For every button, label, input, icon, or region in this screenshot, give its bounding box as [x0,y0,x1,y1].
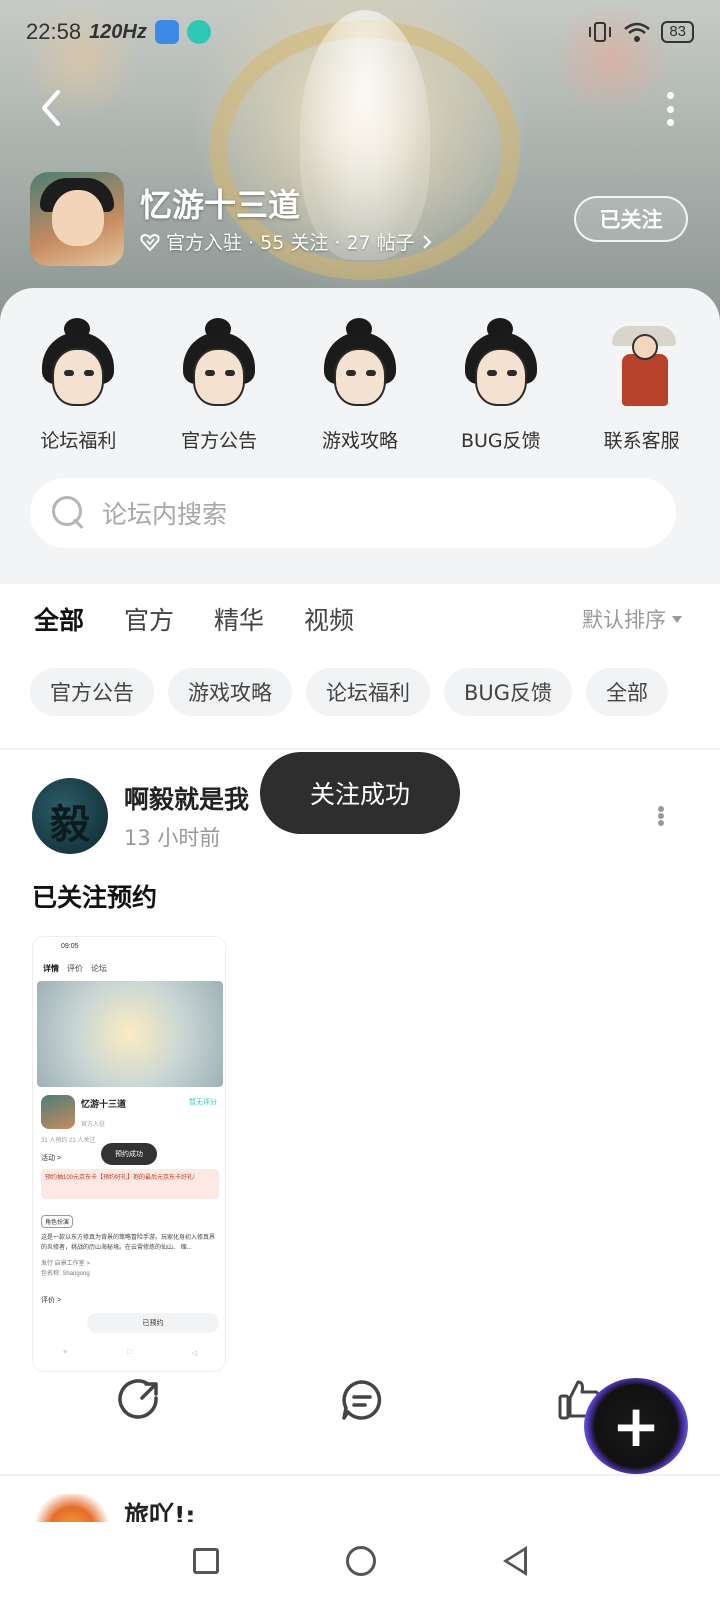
app-notification-icon [186,20,211,44]
recent-apps-icon[interactable] [193,1548,220,1574]
category-chips: 官方公告 游戏攻略 论坛福利 BUG反馈 全部 [30,668,669,716]
shot-app-icon [41,1095,75,1129]
shortcut-label: 游戏攻略 [321,430,398,452]
shot-pkg: 包名称: Shangong [41,1271,90,1277]
shot-banner [37,981,223,1087]
app-meta-text: 官方入驻 · 55 关注 · 27 帖子 [166,232,415,254]
search-icon [52,496,86,530]
forum-search-bar[interactable]: 论坛内搜索 [30,478,676,548]
notification-icon [154,20,179,44]
chip-game-guide[interactable]: 游戏攻略 [168,668,292,716]
chip-forum-welfare[interactable]: 论坛福利 [306,668,430,716]
shot-tab: 论坛 [91,964,107,973]
plus-icon: + [611,1392,661,1460]
shortcut-label: BUG反馈 [460,430,541,452]
vibrate-icon [589,22,612,42]
home-icon[interactable] [345,1546,376,1576]
battery-indicator: 83 [661,21,694,43]
next-post-author: 旅吖!; [124,1501,196,1524]
shot-nav: ≡ □ ◁ [63,1349,197,1357]
tab-all[interactable]: 全部 [34,601,84,643]
warrior-avatar-icon [592,318,692,414]
shot-tag: 角色扮演 [41,1215,74,1228]
create-post-button[interactable]: + [584,1378,688,1474]
post-title[interactable]: 已关注预约 [32,878,157,914]
shot-review: 评价 > [41,1297,62,1304]
back-icon[interactable] [34,88,70,128]
shot-dev: 发行 启景工作室 > [41,1261,90,1267]
shortcut-game-guide[interactable]: 游戏攻略 [295,318,425,453]
shortcut-bug-feedback[interactable]: BUG反馈 [436,318,566,453]
verified-heart-icon [140,233,160,251]
shot-tab: 详情 [43,964,59,973]
tab-official[interactable]: 官方 [124,601,174,637]
post-image[interactable]: 09:05 详情 评价 论坛 忆游十三道 暂无评分 官方入驻 31 人预约 21… [32,936,226,1372]
shot-tabs: 详情 评价 论坛 [43,963,107,974]
forum-sheet: 论坛福利 官方公告 游戏攻略 BUG反馈 联系客服 论坛内搜索 [0,288,720,584]
next-post-preview[interactable]: 旅吖!; [30,1494,690,1524]
shortcut-customer-service[interactable]: 联系客服 [577,318,707,453]
sort-dropdown[interactable]: 默认排序 [582,604,682,634]
share-icon[interactable] [118,1378,162,1422]
post-more-icon[interactable] [658,806,666,826]
app-name: 忆游十三道 [140,186,301,224]
character-avatar-icon [451,318,551,414]
shortcut-label: 论坛福利 [40,430,117,452]
shortcut-label: 联系客服 [603,430,680,452]
shot-toast: 预约成功 [101,1143,157,1165]
shot-sub: 官方入驻 [81,1122,106,1128]
sort-label: 默认排序 [582,608,666,632]
refresh-rate-indicator: 120Hz [89,20,147,43]
section-divider [0,748,720,750]
shortcut-forum-welfare[interactable]: 论坛福利 [13,318,143,453]
shot-app-name: 忆游十三道 [81,1099,127,1109]
character-avatar-icon [28,318,128,414]
post-divider [0,1474,720,1476]
shortcut-label: 官方公告 [181,430,258,452]
tab-video[interactable]: 视频 [304,601,354,637]
shot-stats: 31 人预约 21 人关注 [41,1138,96,1144]
more-options-icon[interactable] [664,92,676,126]
system-back-icon[interactable] [502,1546,527,1576]
shot-desc: 这是一款以东方修真为背景的策略冒险手游。玩家化身初入修真界的炎修者，挑战的历山海… [41,1235,216,1251]
toast-message: 关注成功 [260,752,460,834]
follow-button[interactable]: 已关注 [574,196,688,242]
post-author-name[interactable]: 啊毅就是我 [124,780,249,816]
character-avatar-icon [310,318,410,414]
app-icon [30,172,124,266]
search-placeholder: 论坛内搜索 [102,500,228,529]
shot-meta: 发行 启景工作室 > 包名称: Shangong [41,1259,90,1279]
shot-promo: 预约抽100元京东卡【预约好礼】抱的最后元京东卡好礼! [41,1169,219,1199]
post-timestamp: 13 小时前 [124,826,221,850]
status-time: 22:58 [26,19,82,44]
shot-reserved-button: 已预约 [87,1313,219,1333]
system-navigation-bar [0,1522,720,1600]
chip-bug-feedback[interactable]: BUG反馈 [444,668,573,716]
status-bar: 22:58 120Hz 83 [0,0,720,64]
chip-all[interactable]: 全部 [586,668,669,716]
shot-tab: 评价 [67,964,83,973]
shot-activity: 活动 > [41,1155,62,1162]
wifi-icon [624,22,651,42]
chevron-right-icon [422,234,432,249]
chip-official-notice[interactable]: 官方公告 [30,668,154,716]
shortcut-official-notice[interactable]: 官方公告 [154,318,284,453]
app-meta-link[interactable]: 官方入驻 · 55 关注 · 27 帖子 [140,228,433,255]
next-post-avatar [30,1494,114,1524]
post-author-avatar[interactable] [32,778,108,854]
shot-rating-link: 暂无评分 [189,1099,217,1106]
comment-icon[interactable] [340,1378,384,1422]
shot-status-time: 09:05 [61,943,79,950]
tab-featured[interactable]: 精华 [214,601,264,637]
caret-down-icon [672,615,682,623]
shortcut-row: 论坛福利 官方公告 游戏攻略 BUG反馈 联系客服 [0,318,720,453]
post-filter-tabs: 全部 官方 精华 视频 默认排序 [0,584,720,654]
character-avatar-icon [169,318,269,414]
